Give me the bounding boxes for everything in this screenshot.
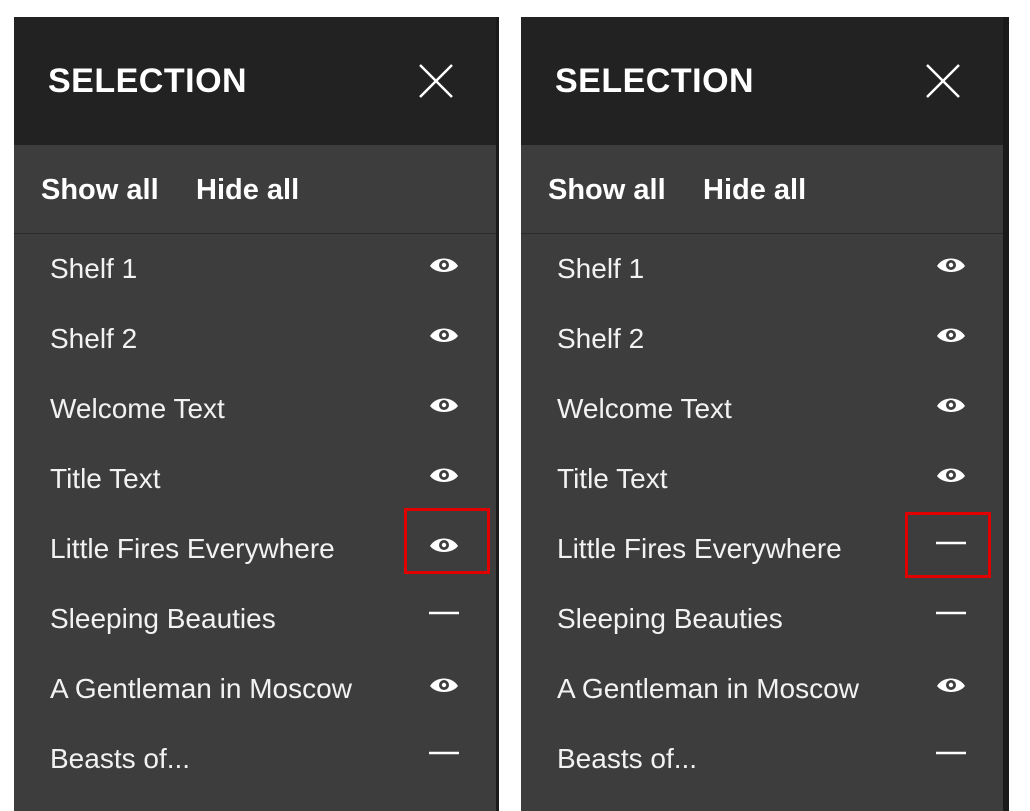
hide-all-button[interactable]: Hide all bbox=[196, 173, 299, 207]
layer-row[interactable]: Little Fires Everywhere bbox=[14, 514, 496, 584]
layer-row[interactable]: Welcome Text bbox=[521, 374, 1003, 444]
layer-label: Shelf 1 bbox=[50, 253, 138, 284]
layer-label: Title Text bbox=[50, 463, 161, 494]
layer-label: Beasts of... bbox=[50, 743, 191, 774]
pane-title: SELECTION bbox=[48, 62, 248, 100]
pane-header: SELECTION bbox=[14, 17, 496, 145]
eye-icon[interactable] bbox=[428, 252, 460, 280]
layer-row[interactable]: A Gentleman in Moscow bbox=[521, 654, 1003, 724]
dash-icon[interactable] bbox=[935, 742, 967, 770]
layer-label: Little Fires Everywhere bbox=[50, 533, 335, 564]
layer-label: A Gentleman in Moscow bbox=[50, 673, 352, 704]
eye-icon[interactable] bbox=[935, 672, 967, 700]
layer-label: Welcome Text bbox=[50, 393, 225, 424]
layer-row[interactable]: Shelf 2 bbox=[521, 304, 1003, 374]
eye-icon[interactable] bbox=[428, 392, 460, 420]
eye-icon[interactable] bbox=[935, 322, 967, 350]
eye-icon[interactable] bbox=[935, 462, 967, 490]
selection-pane-before: SELECTION Show all Hide all Shelf 1 Shel… bbox=[14, 17, 499, 811]
layer-row[interactable]: Beasts of... bbox=[521, 724, 1003, 794]
eye-icon[interactable] bbox=[428, 532, 460, 560]
selection-pane-after: SELECTION Show all Hide all Shelf 1 Shel… bbox=[521, 17, 1009, 811]
visibility-actions: Show all Hide all bbox=[14, 145, 496, 234]
layer-row[interactable]: Shelf 1 bbox=[14, 234, 496, 304]
close-icon[interactable] bbox=[923, 61, 963, 101]
layer-row[interactable]: Sleeping Beauties bbox=[14, 584, 496, 654]
layer-label: Beasts of... bbox=[557, 743, 698, 774]
dash-icon[interactable] bbox=[428, 742, 460, 770]
layer-label: Sleeping Beauties bbox=[50, 603, 276, 634]
pane-header: SELECTION bbox=[521, 17, 1003, 145]
eye-icon[interactable] bbox=[935, 252, 967, 280]
layer-label: Shelf 2 bbox=[50, 323, 138, 354]
layer-row[interactable]: Shelf 2 bbox=[14, 304, 496, 374]
show-all-button[interactable]: Show all bbox=[548, 173, 666, 207]
layer-label: Little Fires Everywhere bbox=[557, 533, 842, 564]
close-icon[interactable] bbox=[416, 61, 456, 101]
dash-icon[interactable] bbox=[935, 602, 967, 630]
layer-label: Welcome Text bbox=[557, 393, 732, 424]
hide-all-button[interactable]: Hide all bbox=[703, 173, 806, 207]
dash-icon[interactable] bbox=[428, 602, 460, 630]
layer-label: Title Text bbox=[557, 463, 668, 494]
eye-icon[interactable] bbox=[935, 392, 967, 420]
layer-label: Sleeping Beauties bbox=[557, 603, 783, 634]
layer-row[interactable]: Little Fires Everywhere bbox=[521, 514, 1003, 584]
visibility-actions: Show all Hide all bbox=[521, 145, 1003, 234]
eye-icon[interactable] bbox=[428, 322, 460, 350]
layer-label: A Gentleman in Moscow bbox=[557, 673, 859, 704]
pane-title: SELECTION bbox=[555, 62, 755, 100]
layer-row[interactable]: Sleeping Beauties bbox=[521, 584, 1003, 654]
layer-row[interactable]: Title Text bbox=[521, 444, 1003, 514]
layer-label: Shelf 2 bbox=[557, 323, 645, 354]
layer-row[interactable]: A Gentleman in Moscow bbox=[14, 654, 496, 724]
show-all-button[interactable]: Show all bbox=[41, 173, 159, 207]
layer-row[interactable]: Shelf 1 bbox=[521, 234, 1003, 304]
layer-row[interactable]: Welcome Text bbox=[14, 374, 496, 444]
eye-icon[interactable] bbox=[428, 672, 460, 700]
layer-row[interactable]: Title Text bbox=[14, 444, 496, 514]
comparison-stage: SELECTION Show all Hide all Shelf 1 Shel… bbox=[0, 0, 1030, 811]
layer-row[interactable]: Beasts of... bbox=[14, 724, 496, 794]
dash-icon[interactable] bbox=[935, 532, 967, 560]
eye-icon[interactable] bbox=[428, 462, 460, 490]
layer-label: Shelf 1 bbox=[557, 253, 645, 284]
